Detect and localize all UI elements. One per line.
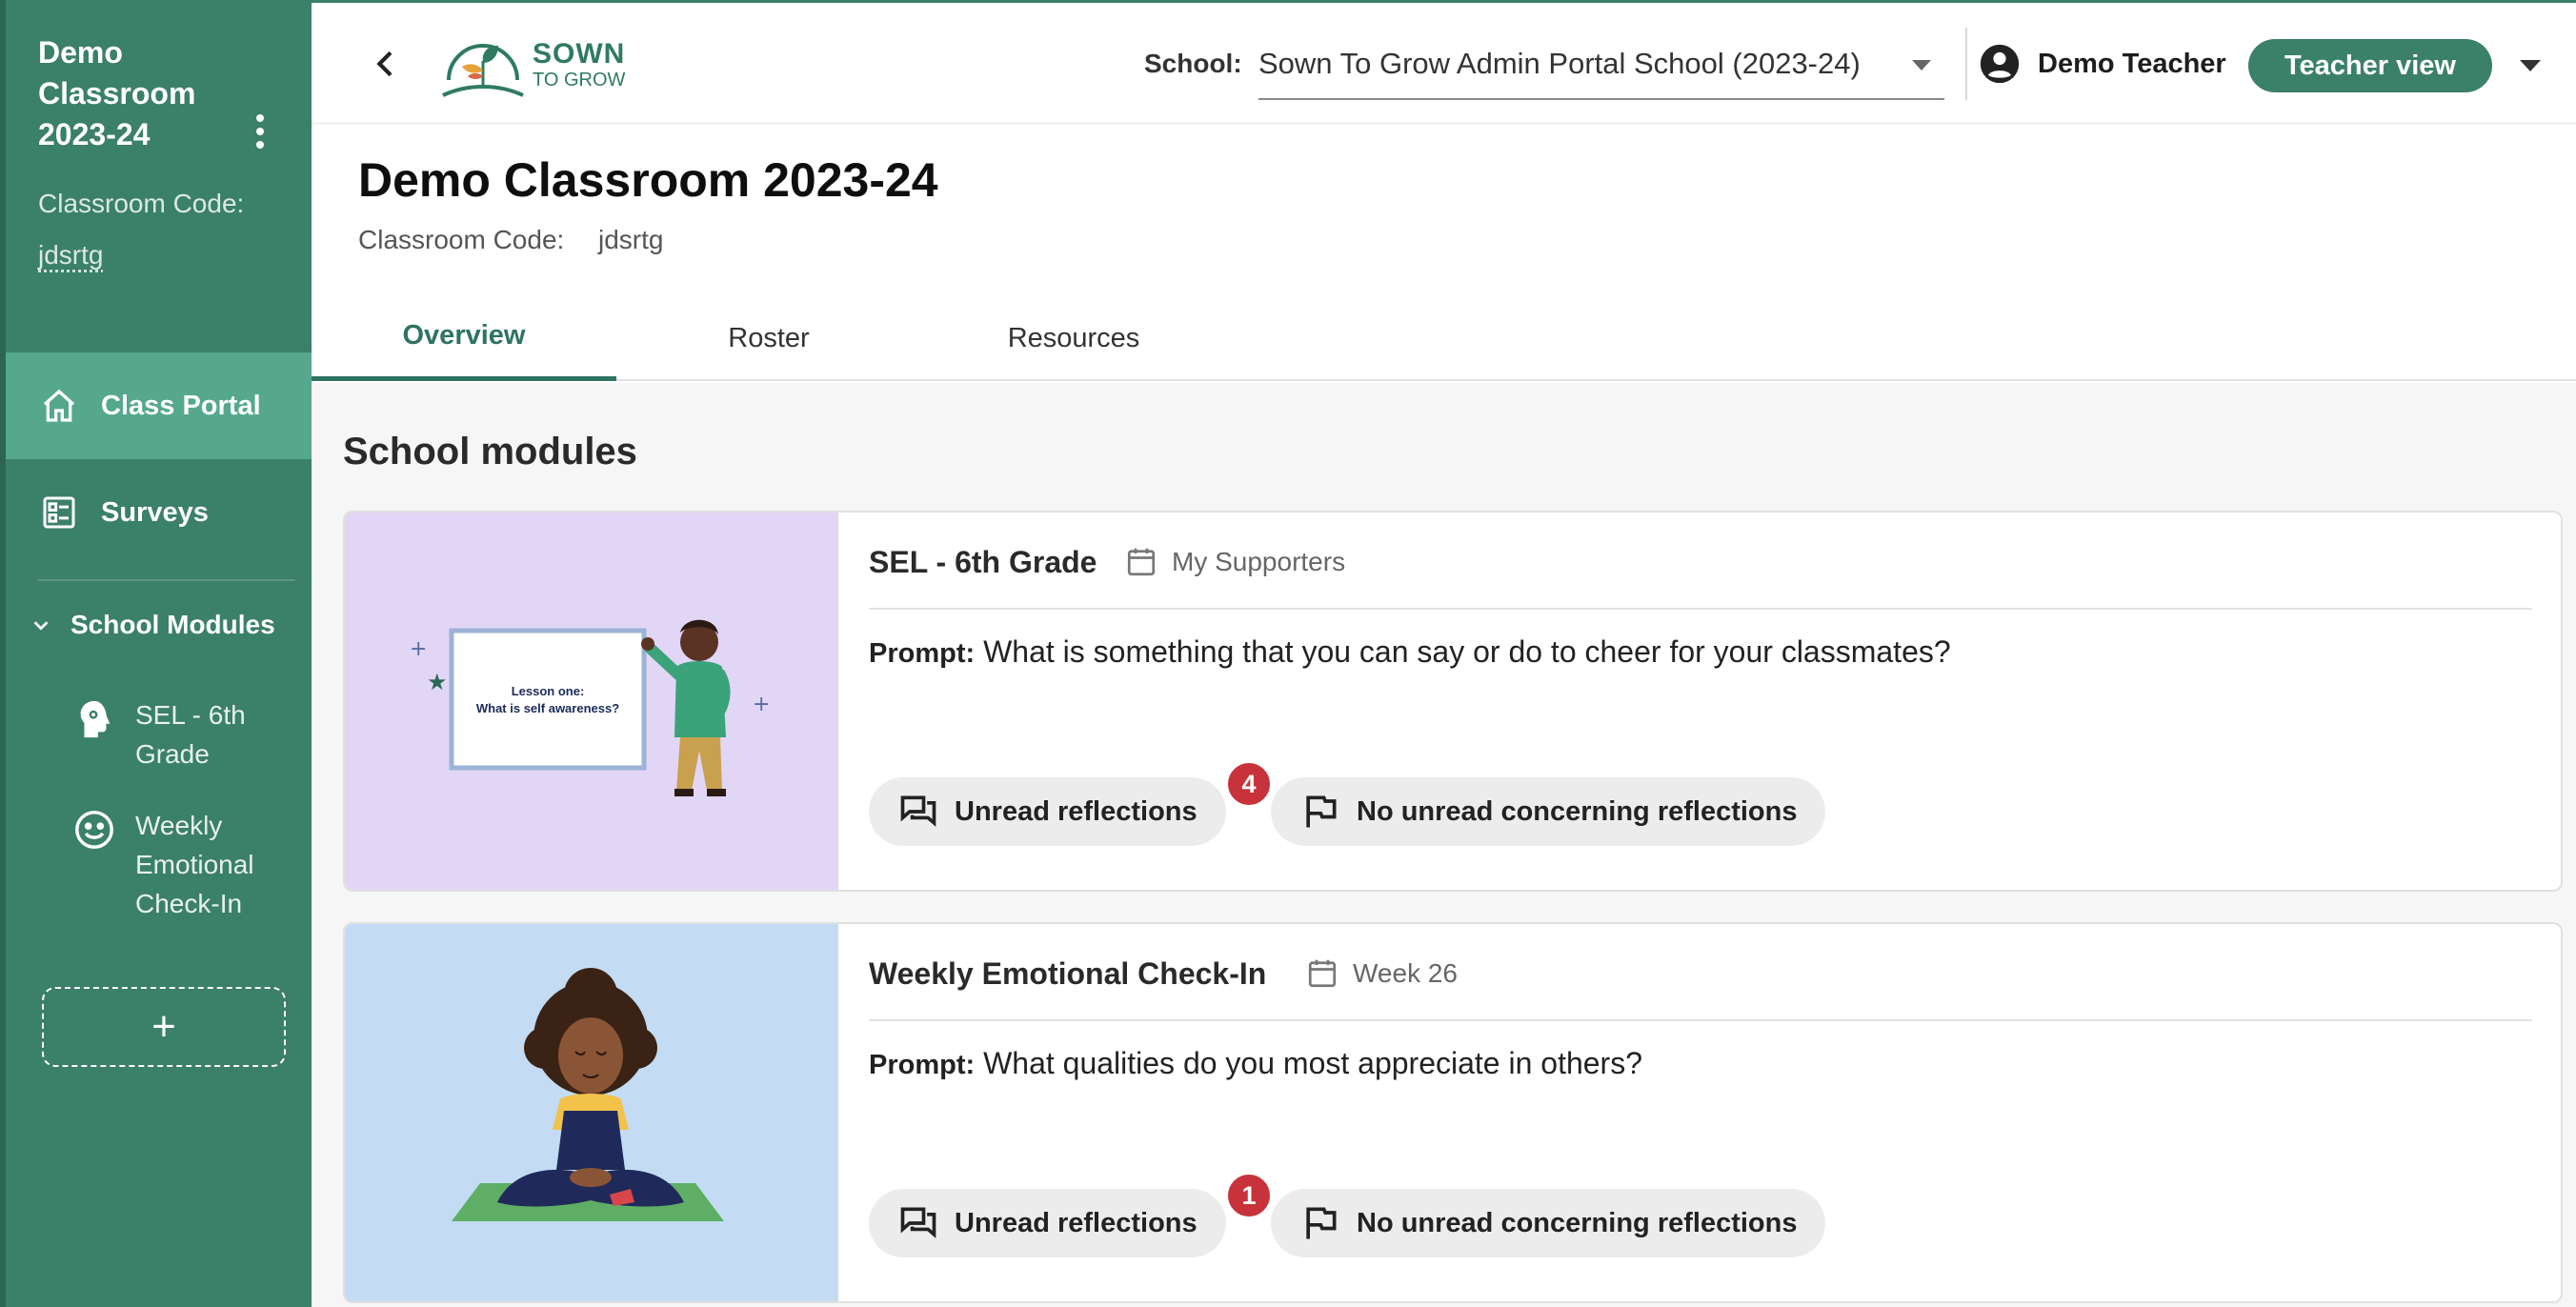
sidebar-code-value[interactable]: jdsrtg [38,240,103,271]
school-select[interactable]: Sown To Grow Admin Portal School (2023-2… [1258,37,1944,100]
main-content: School modules + + ★ Lesson one: What is… [312,383,2576,1307]
top-bar: SOWN TO GROW School: Sown To Grow Admin … [312,0,2576,124]
card-meta: My Supporters [1124,545,1345,579]
concerning-reflections-label: No unread concerning reflections [1357,795,1798,827]
card-title: SEL - 6th Grade [869,545,1097,579]
logo-text-line1: SOWN [533,38,626,70]
sidebar-item-label: Class Portal [101,390,261,421]
unread-count-badge: 4 [1225,760,1273,808]
logo-text-line2: TO GROW [533,70,626,90]
school-select-value: Sown To Grow Admin Portal School (2023-2… [1258,47,1861,80]
sidebar-item-surveys[interactable]: Surveys [6,459,312,566]
sidebar-item-class-portal[interactable]: Class Portal [6,352,312,459]
sidebar-divider [38,579,295,581]
module-card-weekly-checkin[interactable]: Weekly Emotional Check-In Week 26 Prompt… [343,922,2563,1303]
tab-overview[interactable]: Overview [312,295,616,381]
chat-bubbles-icon [900,1207,936,1238]
chevron-down-icon [33,621,49,631]
meditating-girl-illustration [452,968,724,1221]
app-root: Demo Classroom 2023-24 Classroom Code: j… [0,0,2576,1307]
prompt-text: What qualities do you most appreciate in… [983,1046,1642,1080]
sidebar-modules-label: School Modules [70,610,275,639]
classroom-code-label: Classroom Code: [358,225,565,254]
svg-text:+: + [753,693,770,716]
sidebar-module-label: SEL - 6th Grade [135,700,246,769]
classroom-code-value: jdsrtg [598,225,664,254]
card-prompt: Prompt: What is something that you can s… [869,634,1951,670]
prompt-label: Prompt: [869,638,976,669]
illustration-text-line2: What is self awareness? [476,701,619,715]
card-title: Weekly Emotional Check-In [869,956,1267,991]
card-divider [869,1019,2532,1021]
tab-roster[interactable]: Roster [616,295,921,381]
sidebar-school-modules-toggle[interactable]: School Modules [30,610,275,640]
logo-mark-icon [442,44,524,97]
smiley-face-icon [75,811,113,849]
card-meta-label: My Supporters [1172,547,1346,576]
tab-bar: Overview Roster Resources [312,295,2576,381]
add-module-button[interactable]: + [42,987,286,1067]
prompt-text: What is something that you can say or do… [983,634,1951,669]
user-name: Demo Teacher [2038,49,2226,79]
module-card-sel[interactable]: + + ★ Lesson one: What is self awareness… [343,511,2563,892]
chat-bubbles-icon [900,795,936,827]
survey-list-icon [43,496,75,529]
unread-reflections-label: Unread reflections [955,1207,1197,1238]
back-arrow-icon[interactable] [367,45,405,83]
sidebar-classroom-title: Demo Classroom 2023-24 [38,35,196,151]
home-icon [43,389,75,422]
sidebar-item-weekly-emotional-check-in[interactable]: Weekly Emotional Check-In [72,806,278,923]
user-menu-caret-icon[interactable] [2520,60,2541,71]
card-meta: Week 26 [1305,956,1458,991]
more-options-icon[interactable] [249,114,272,149]
flag-icon [1306,795,1337,828]
sidebar-module-label: Weekly Emotional Check-In [135,811,254,918]
unread-count-badge: 1 [1225,1172,1273,1219]
sidebar-code-label: Classroom Code: [38,189,245,218]
sidebar-item-sel-6th-grade[interactable]: SEL - 6th Grade [72,695,278,774]
unread-reflections-label: Unread reflections [955,795,1197,827]
calendar-icon [1127,548,1156,576]
caret-down-icon [1912,60,1931,70]
sidebar-item-label: Surveys [101,496,209,528]
card-body: Weekly Emotional Check-In Week 26 Prompt… [838,924,2561,1301]
svg-text:★: ★ [427,669,448,695]
card-illustration [345,924,838,1301]
sidebar: Demo Classroom 2023-24 Classroom Code: j… [0,0,312,1307]
header-divider [1965,28,1967,100]
section-title: School modules [343,431,637,473]
flag-icon [1306,1207,1337,1239]
unread-reflections-button[interactable]: Unread reflections [869,1189,1226,1257]
card-prompt: Prompt: What qualities do you most appre… [869,1046,1642,1081]
concerning-reflections-button[interactable]: No unread concerning reflections [1271,777,1826,846]
concerning-reflections-button[interactable]: No unread concerning reflections [1271,1189,1826,1257]
illustration-text-line1: Lesson one: [512,684,585,698]
teacher-view-button[interactable]: Teacher view [2248,39,2492,92]
prompt-label: Prompt: [869,1050,976,1080]
unread-reflections-button[interactable]: Unread reflections [869,777,1226,846]
svg-text:+: + [410,637,427,661]
sown-to-grow-logo: SOWN TO GROW [439,28,639,102]
tab-resources[interactable]: Resources [921,295,1226,381]
card-body: SEL - 6th Grade My Supporters Prompt: Wh… [838,513,2561,890]
card-divider [869,608,2532,610]
card-illustration: + + ★ Lesson one: What is self awareness… [345,513,838,890]
page-title: Demo Classroom 2023-24 [358,153,938,207]
head-gear-icon [80,700,111,738]
card-meta-label: Week 26 [1353,958,1458,988]
account-circle-icon[interactable] [1979,43,2021,85]
teacher-presenting-illustration: + + ★ Lesson one: What is self awareness… [410,619,770,796]
plus-icon: + [151,1003,176,1050]
concerning-reflections-label: No unread concerning reflections [1357,1207,1798,1238]
calendar-icon [1308,959,1337,988]
school-label: School: [1144,49,1242,78]
